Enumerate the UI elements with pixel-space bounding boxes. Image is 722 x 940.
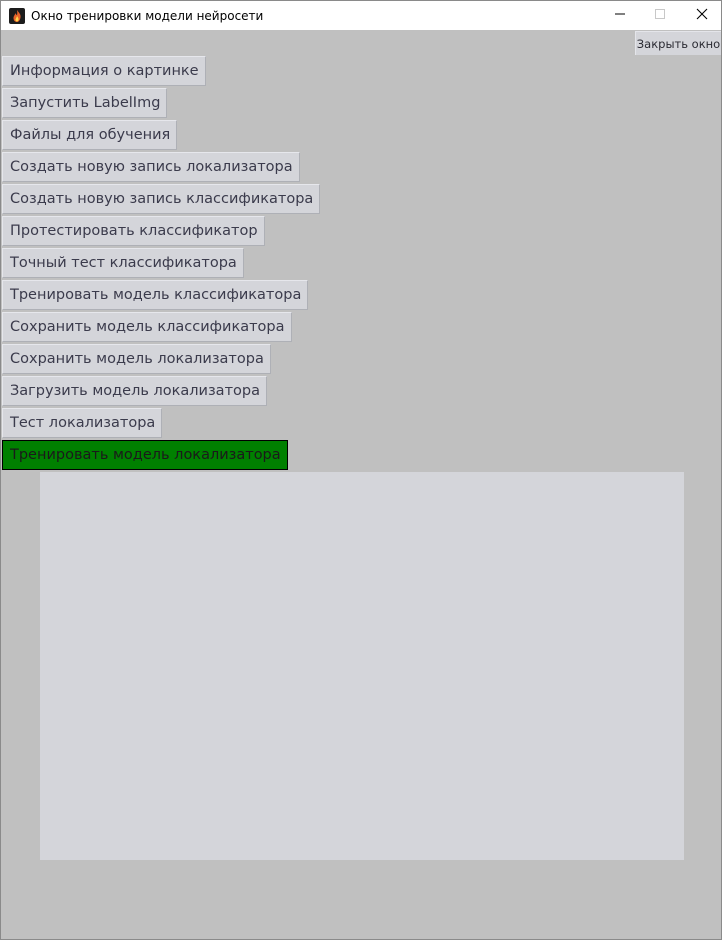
app-window: Окно тренировки модели нейросети Закрыть… [0,0,722,940]
save-classifier-model-button[interactable]: Сохранить модель классификатора [2,312,292,342]
new-classifier-record-button[interactable]: Создать новую запись классификатора [2,184,321,214]
image-canvas[interactable] [40,472,684,860]
title-bar[interactable]: Окно тренировки модели нейросети [1,1,721,30]
window-title: Окно тренировки модели нейросети [31,8,264,23]
test-classifier-button[interactable]: Протестировать классификатор [2,216,265,246]
flame-icon [9,7,25,24]
load-localizer-model-button[interactable]: Загрузить модель локализатора [2,376,267,406]
minimize-icon [614,7,626,25]
close-button[interactable] [679,1,721,30]
new-localizer-record-button[interactable]: Создать новую запись локализатора [2,152,300,182]
exact-classifier-test-button[interactable]: Точный тест классификатора [2,248,244,278]
maximize-button[interactable] [637,1,683,30]
image-info-button[interactable]: Информация о картинке [2,56,206,86]
save-localizer-model-button[interactable]: Сохранить модель локализатора [2,344,271,374]
close-icon [696,7,708,25]
train-localizer-model-button[interactable]: Тренировать модель локализатора [2,440,288,470]
action-button-list: Информация о картинке Запустить LabelImg Ф… [2,56,321,472]
maximize-icon [654,7,666,25]
test-localizer-button[interactable]: Тест локализатора [2,408,163,438]
train-classifier-model-button[interactable]: Тренировать модель классификатора [2,280,309,310]
launch-labelimg-button[interactable]: Запустить LabelImg [2,88,168,118]
training-files-button[interactable]: Файлы для обучения [2,120,178,150]
close-window-button[interactable]: Закрыть окно [635,31,721,55]
